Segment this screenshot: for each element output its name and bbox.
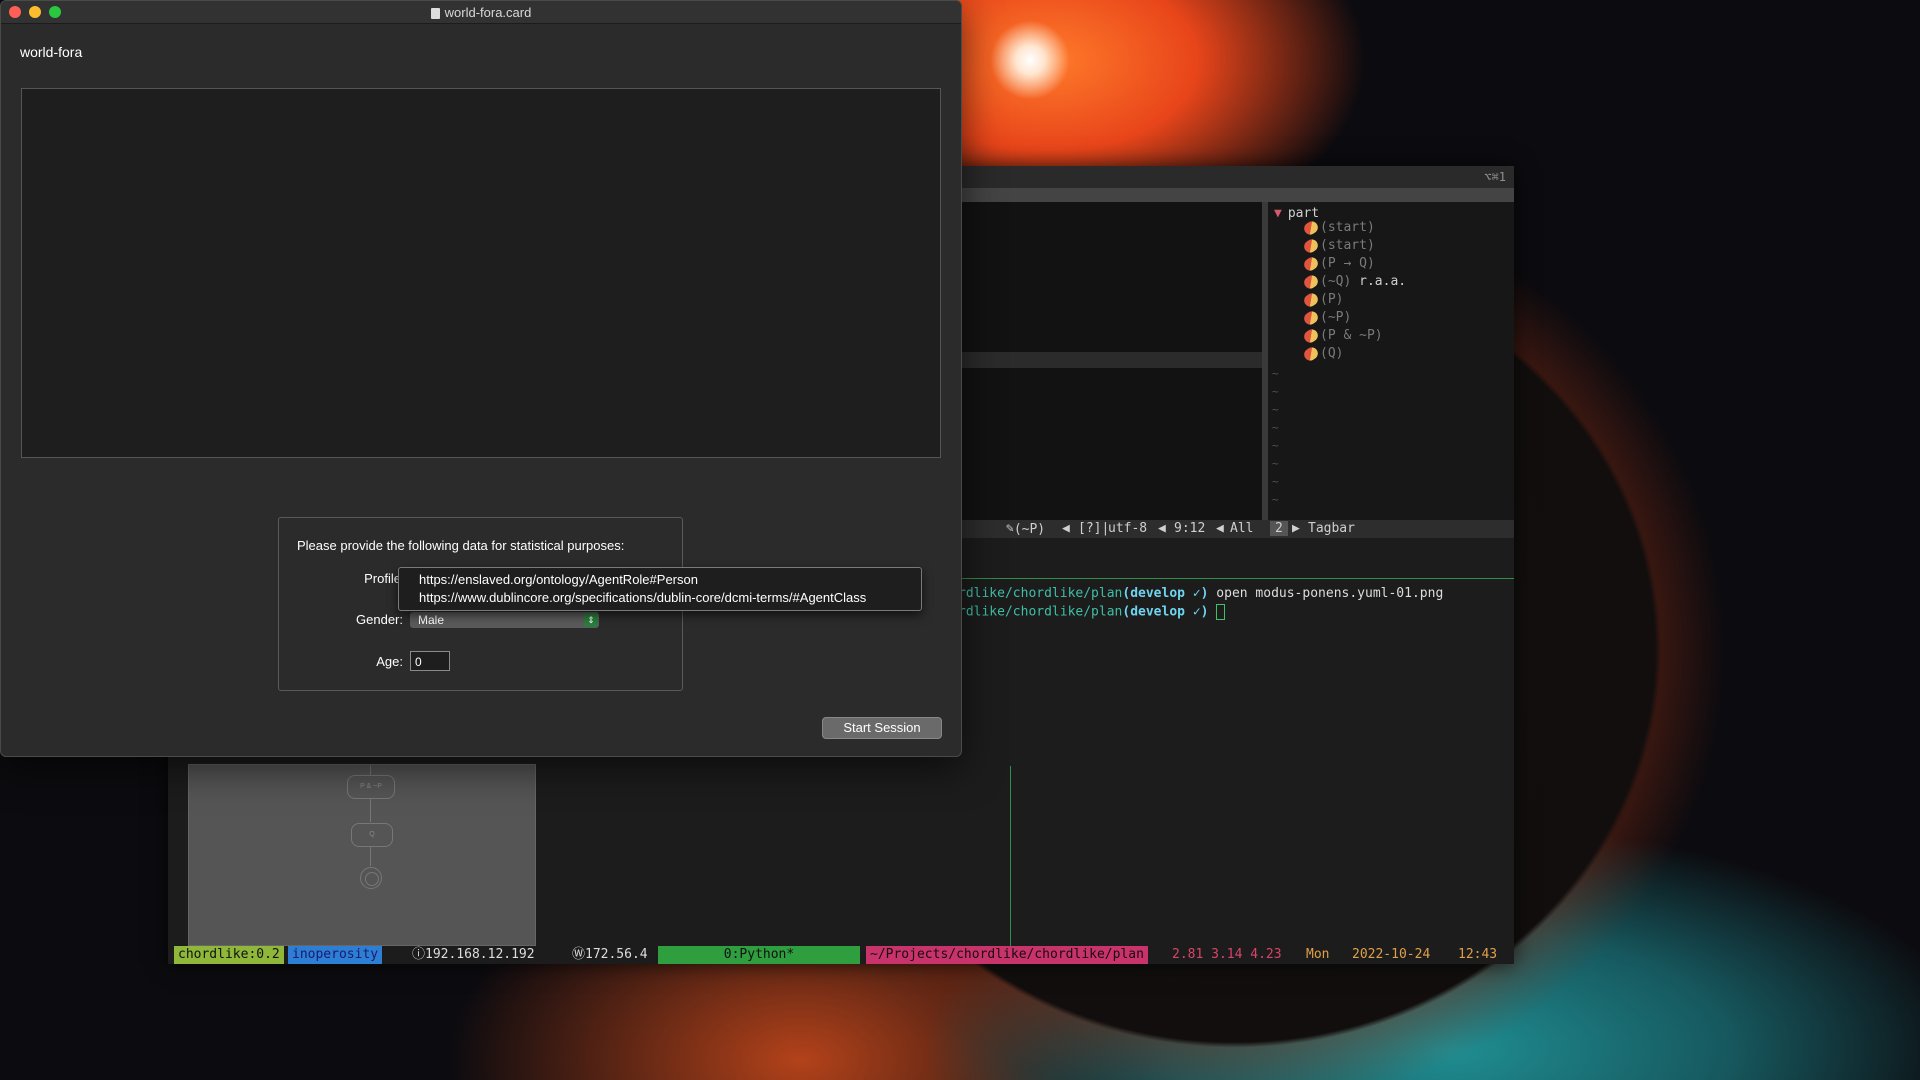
start-session-button[interactable]: Start Session [822,717,942,739]
diagram-end-node [360,867,382,889]
tagbar-item[interactable]: (start) [1301,218,1375,237]
app-window[interactable]: world-fora.card world-fora Please provid… [0,0,962,757]
terminal-cursor [1216,604,1226,620]
window-titlebar[interactable]: world-fora.card [1,1,961,24]
empty-line-marker: ~ [1272,475,1279,488]
gender-label: Gender: [356,612,403,627]
status-position: 9:12 [1174,521,1206,536]
pill-icon [1301,272,1321,291]
status-separator-icon: ▶ [1292,521,1300,536]
empty-line-marker: ~ [1272,421,1279,434]
window-title: world-fora.card [1,5,961,20]
diagram-edge [370,765,371,775]
status-separator-icon: ◀ [1216,521,1224,536]
diagram-node: Q [351,823,393,847]
tmux-session: chordlike:0.2 [174,946,284,964]
tmux-local-ip: ⓘ192.168.12.192 [408,946,539,964]
content-text-area[interactable] [21,88,941,458]
profile-option[interactable]: https://www.dublincore.org/specification… [419,590,866,605]
gender-select[interactable]: Male ⇕ [410,612,599,628]
tagbar-item[interactable]: (~Q) r.a.a. [1301,272,1406,291]
pill-icon [1301,290,1321,309]
tmux-date: 2022-10-24 [1348,946,1435,964]
pane-divider-vertical [1010,766,1011,960]
empty-line-marker: ~ [1272,493,1279,506]
empty-line-marker: ~ [1272,439,1279,452]
status-plugin: Tagbar [1308,521,1355,536]
tagbar-item[interactable]: (P → Q) [1301,254,1375,273]
age-label: Age: [376,654,403,669]
profile-option[interactable]: https://enslaved.org/ontology/AgentRole#… [419,572,698,587]
tmux-window[interactable]: 0:Python* [658,946,860,964]
status-flag: [?]| [1078,521,1110,536]
profile-label: Profile [364,571,401,586]
status-scroll: All [1230,521,1254,536]
tagbar-pane[interactable]: ▼ part (start) (start) (P → Q) (~Q) r.a.a… [1268,202,1514,520]
wallpaper-flare [990,20,1070,100]
age-input[interactable]: 0 [410,651,450,671]
status-window-number: 2 [1270,521,1288,536]
status-separator-icon: ◀ [1062,521,1070,536]
form-prompt: Please provide the following data for st… [297,538,625,553]
tmux-time: 12:43 [1454,946,1502,964]
tagbar-item[interactable]: (~P) [1301,308,1351,327]
status-tag: ✎ (~P) [1006,521,1046,537]
terminal-shortcut: ⌥⌘1 [1484,170,1506,184]
select-arrows-icon[interactable]: ⇕ [584,613,598,627]
empty-line-marker: ~ [1272,367,1279,380]
pill-icon [1301,326,1321,345]
tmux-day: Mon [1302,946,1334,964]
shell-line: rdlike/chordlike/plan(develop ✓) open mo… [958,586,1444,601]
document-icon [430,8,440,20]
tagbar-item[interactable]: (start) [1301,236,1375,255]
tmux-statusbar: chordlike:0.2 inoperosity ⓘ192.168.12.19… [168,946,1514,964]
pill-icon [1301,236,1321,255]
diagram-edge [370,798,371,822]
tagbar-item[interactable]: (P & ~P) [1301,326,1383,345]
tagbar-header[interactable]: ▼ part [1274,206,1319,221]
status-separator-icon: ◀ [1158,521,1166,536]
diagram-preview: P & ~P Q [188,764,536,946]
tagbar-item[interactable]: (Q) [1301,344,1343,363]
tmux-path: ~/Projects/chordlike/chordlike/plan [866,946,1148,964]
tmux-wan-ip: Ⓦ172.56.4 [568,946,652,964]
tmux-load: 2.81 3.14 4.23 [1168,946,1286,964]
pill-icon [1301,308,1321,327]
app-name-label: world-fora [20,44,83,60]
shell-line: rdlike/chordlike/plan(develop ✓) [958,604,1226,620]
empty-line-marker: ~ [1272,385,1279,398]
pill-icon [1301,218,1321,237]
status-encoding: utf-8 [1108,521,1148,536]
empty-line-marker: ~ [1272,457,1279,470]
pill-icon [1301,254,1321,273]
pill-icon [1301,344,1321,363]
diagram-edge [370,846,371,866]
collapse-triangle-icon[interactable]: ▼ [1274,206,1282,221]
tmux-host: inoperosity [288,946,383,964]
tagbar-item[interactable]: (P) [1301,290,1343,309]
diagram-node: P & ~P [347,775,395,799]
profile-dropdown-list[interactable]: https://enslaved.org/ontology/AgentRole#… [398,567,922,611]
empty-line-marker: ~ [1272,403,1279,416]
